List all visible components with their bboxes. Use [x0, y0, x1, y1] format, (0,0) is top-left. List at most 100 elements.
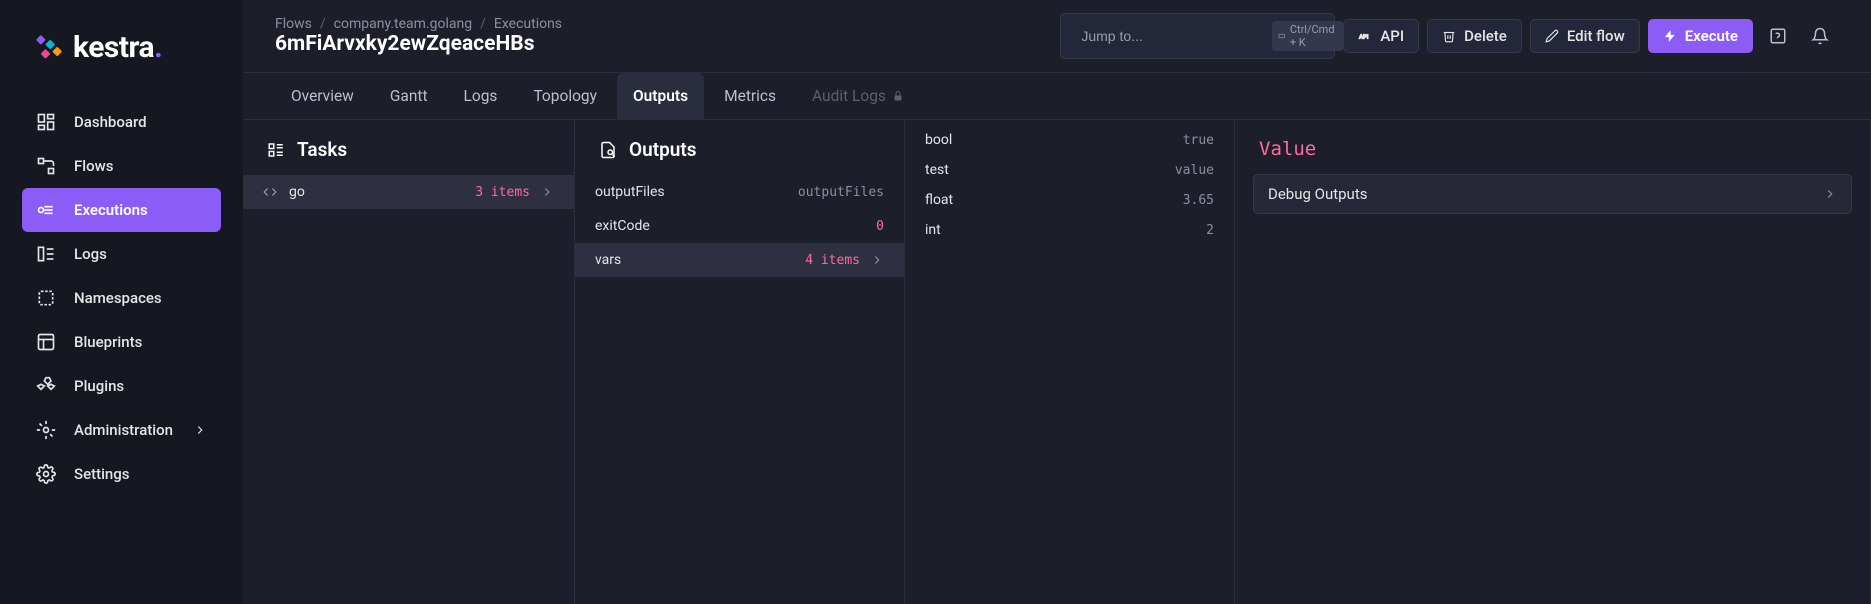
pencil-icon [1545, 29, 1559, 43]
sidebar-item-label: Administration [74, 421, 173, 439]
tab-outputs[interactable]: Outputs [617, 73, 704, 119]
var-value: 3.65 [1183, 193, 1214, 208]
flows-icon [36, 156, 56, 176]
output-value: 0 [876, 219, 884, 234]
var-name: float [925, 192, 953, 208]
outputs-icon [599, 141, 617, 159]
sidebar-item-label: Plugins [74, 377, 124, 395]
var-row[interactable]: test value [905, 155, 1234, 185]
edit-flow-button[interactable]: Edit flow [1530, 19, 1640, 53]
tab-audit-logs: Audit Logs [796, 73, 920, 119]
output-name: vars [595, 252, 621, 268]
panel-value: Value Debug Outputs [1235, 120, 1871, 604]
chevron-right-icon [1823, 187, 1837, 201]
breadcrumb-item[interactable]: Executions [494, 16, 562, 32]
sidebar-item-label: Settings [74, 465, 130, 483]
sidebar-item-label: Logs [74, 245, 107, 263]
var-row[interactable]: bool true [905, 125, 1234, 155]
tab-overview[interactable]: Overview [275, 73, 370, 119]
topbar-actions: Ctrl/Cmd + K API API Delete Edit flow Ex… [1060, 13, 1837, 59]
search-shortcut: Ctrl/Cmd + K [1272, 21, 1343, 51]
breadcrumb-separator: / [480, 16, 486, 32]
tabs: Overview Gantt Logs Topology Outputs Met… [243, 73, 1871, 120]
search-input[interactable] [1081, 28, 1262, 44]
page-title: 6mFiArvxky2ewZqeaceHBs [275, 32, 562, 56]
tab-logs[interactable]: Logs [448, 73, 514, 119]
logo-text: kestra. [73, 30, 162, 65]
execute-button[interactable]: Execute [1648, 19, 1753, 53]
tab-metrics[interactable]: Metrics [708, 73, 792, 119]
breadcrumb-item[interactable]: company.team.golang [334, 16, 472, 32]
tasks-icon [267, 141, 285, 159]
breadcrumb: Flows / company.team.golang / Executions [275, 16, 562, 32]
sidebar-item-blueprints[interactable]: Blueprints [22, 320, 221, 364]
main: Flows / company.team.golang / Executions… [243, 0, 1871, 604]
panel-header-value: Value [1235, 120, 1870, 174]
notifications-button[interactable] [1803, 19, 1837, 53]
output-name: exitCode [595, 218, 650, 234]
panels: Tasks go 3 items Outputs outputFi [243, 120, 1871, 604]
output-name: outputFiles [595, 184, 665, 200]
sidebar-item-administration[interactable]: Administration [22, 408, 221, 452]
topbar: Flows / company.team.golang / Executions… [243, 0, 1871, 73]
var-row[interactable]: int 2 [905, 215, 1234, 245]
api-icon: API [1358, 29, 1372, 43]
panel-outputs: Outputs outputFiles outputFiles exitCode… [575, 120, 905, 604]
sidebar: kestra. Dashboard Flows Executions Logs … [0, 0, 243, 604]
trash-icon [1442, 29, 1456, 43]
bell-icon [1811, 27, 1829, 45]
executions-icon [36, 200, 56, 220]
logo-icon [35, 34, 63, 62]
logs-icon [36, 244, 56, 264]
logo[interactable]: kestra. [0, 30, 243, 95]
help-button[interactable] [1761, 19, 1795, 53]
search-box[interactable]: Ctrl/Cmd + K [1060, 13, 1335, 59]
svg-text:API: API [1360, 34, 1370, 40]
task-row[interactable]: go 3 items [243, 175, 574, 209]
bolt-icon [1663, 29, 1677, 43]
keyboard-icon [1278, 31, 1285, 41]
sidebar-item-label: Namespaces [74, 289, 162, 307]
output-value: outputFiles [798, 185, 884, 200]
sidebar-item-settings[interactable]: Settings [22, 452, 221, 496]
blueprints-icon [36, 332, 56, 352]
panel-vars: bool true test value float 3.65 int 2 [905, 120, 1235, 604]
settings-icon [36, 464, 56, 484]
sidebar-item-label: Blueprints [74, 333, 142, 351]
sidebar-item-label: Dashboard [74, 113, 147, 131]
var-name: bool [925, 132, 952, 148]
administration-icon [36, 420, 56, 440]
help-icon [1769, 27, 1787, 45]
var-value: value [1175, 163, 1214, 178]
tab-topology[interactable]: Topology [517, 73, 613, 119]
sidebar-item-label: Executions [74, 201, 148, 219]
sidebar-item-logs[interactable]: Logs [22, 232, 221, 276]
code-icon [263, 185, 277, 199]
var-value: 2 [1206, 223, 1214, 238]
sidebar-item-namespaces[interactable]: Namespaces [22, 276, 221, 320]
tab-gantt[interactable]: Gantt [374, 73, 444, 119]
var-value: true [1183, 133, 1214, 148]
delete-button[interactable]: Delete [1427, 19, 1522, 53]
breadcrumb-item[interactable]: Flows [275, 16, 312, 32]
task-name: go [289, 184, 305, 200]
sidebar-item-flows[interactable]: Flows [22, 144, 221, 188]
output-value: 4 items [805, 253, 860, 268]
breadcrumb-wrap: Flows / company.team.golang / Executions… [275, 16, 562, 56]
api-button[interactable]: API API [1343, 19, 1419, 53]
sidebar-item-plugins[interactable]: Plugins [22, 364, 221, 408]
chevron-right-icon [870, 253, 884, 267]
panel-tasks: Tasks go 3 items [243, 120, 575, 604]
output-row[interactable]: outputFiles outputFiles [575, 175, 904, 209]
output-row[interactable]: vars 4 items [575, 243, 904, 277]
debug-outputs-button[interactable]: Debug Outputs [1253, 174, 1852, 214]
sidebar-item-executions[interactable]: Executions [22, 188, 221, 232]
chevron-right-icon [193, 423, 207, 437]
lock-icon [892, 90, 904, 102]
sidebar-item-label: Flows [74, 157, 113, 175]
plugins-icon [36, 376, 56, 396]
sidebar-item-dashboard[interactable]: Dashboard [22, 100, 221, 144]
output-row[interactable]: exitCode 0 [575, 209, 904, 243]
var-row[interactable]: float 3.65 [905, 185, 1234, 215]
panel-header-tasks: Tasks [243, 120, 574, 175]
